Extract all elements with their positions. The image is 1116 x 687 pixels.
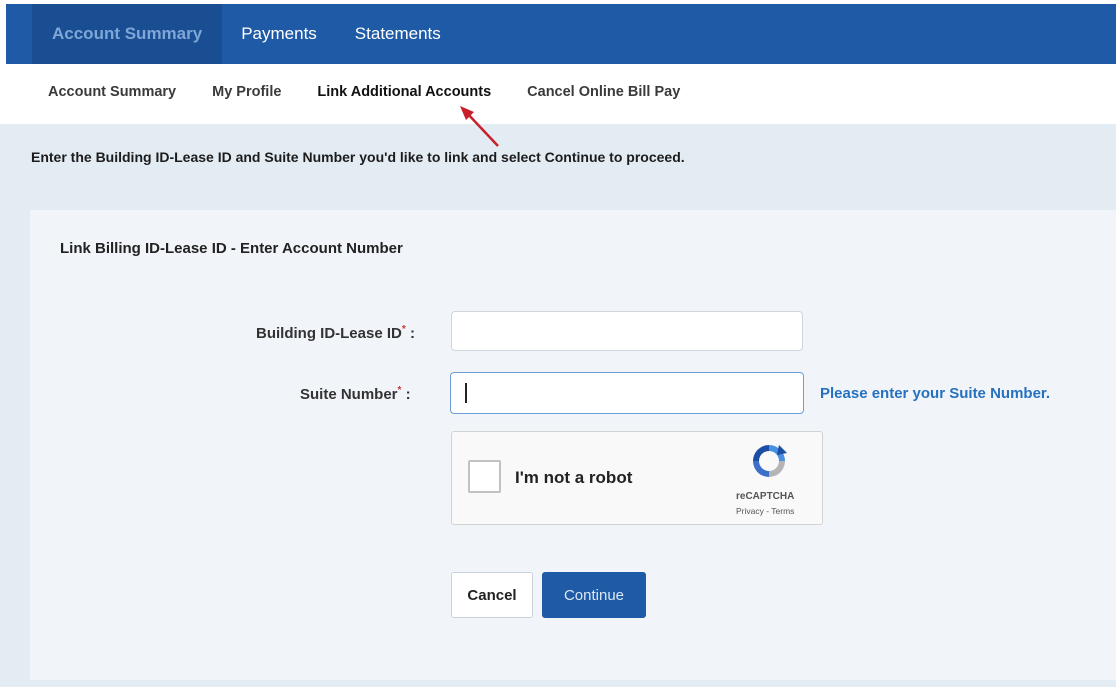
suite-number-label-text: Suite Number — [300, 386, 398, 403]
suite-number-label: Suite Number* : — [300, 385, 411, 403]
subnav-link-additional-accounts[interactable]: Link Additional Accounts — [317, 84, 491, 100]
page: Account Summary Payments Statements Acco… — [0, 0, 1116, 687]
instructions-text: Enter the Building ID-Lease ID and Suite… — [31, 149, 685, 165]
recaptcha-privacy-terms[interactable]: Privacy - Terms — [736, 506, 794, 516]
text-caret — [465, 383, 467, 403]
suite-number-input[interactable] — [450, 372, 804, 414]
sub-nav: Account Summary My Profile Link Addition… — [48, 84, 716, 100]
continue-button[interactable]: Continue — [542, 572, 646, 618]
subnav-account-summary[interactable]: Account Summary — [48, 84, 176, 100]
recaptcha-label: I'm not a robot — [515, 468, 633, 487]
suite-number-label-colon: : — [405, 386, 411, 403]
recaptcha-brand: reCAPTCHA — [736, 491, 795, 502]
required-mark: * — [397, 385, 402, 396]
required-mark: * — [401, 324, 406, 335]
recaptcha-logo-icon — [753, 445, 787, 477]
tab-statements[interactable]: Statements — [336, 4, 460, 64]
link-account-card: Link Billing ID-Lease ID - Enter Account… — [30, 210, 1116, 680]
subnav-my-profile[interactable]: My Profile — [212, 84, 281, 100]
building-id-label: Building ID-Lease ID* : — [256, 324, 415, 342]
tab-account-summary[interactable]: Account Summary — [32, 4, 223, 64]
card-title: Link Billing ID-Lease ID - Enter Account… — [60, 240, 403, 257]
recaptcha-widget: I'm not a robot reCAPTCHA Privacy - Term… — [451, 431, 823, 525]
building-id-label-text: Building ID-Lease ID — [256, 325, 402, 342]
tab-payments[interactable]: Payments — [222, 4, 336, 64]
annotation-arrow-icon — [460, 106, 499, 147]
content-area: Enter the Building ID-Lease ID and Suite… — [0, 124, 1116, 687]
subnav-cancel-online-bill-pay[interactable]: Cancel Online Bill Pay — [527, 84, 680, 100]
top-nav: Account Summary Payments Statements — [6, 4, 1116, 64]
cancel-button[interactable]: Cancel — [451, 572, 533, 618]
suite-number-help: Please enter your Suite Number. — [820, 385, 1051, 402]
building-id-input[interactable] — [451, 311, 803, 351]
building-id-label-colon: : — [409, 325, 415, 342]
recaptcha-checkbox[interactable] — [468, 460, 501, 493]
